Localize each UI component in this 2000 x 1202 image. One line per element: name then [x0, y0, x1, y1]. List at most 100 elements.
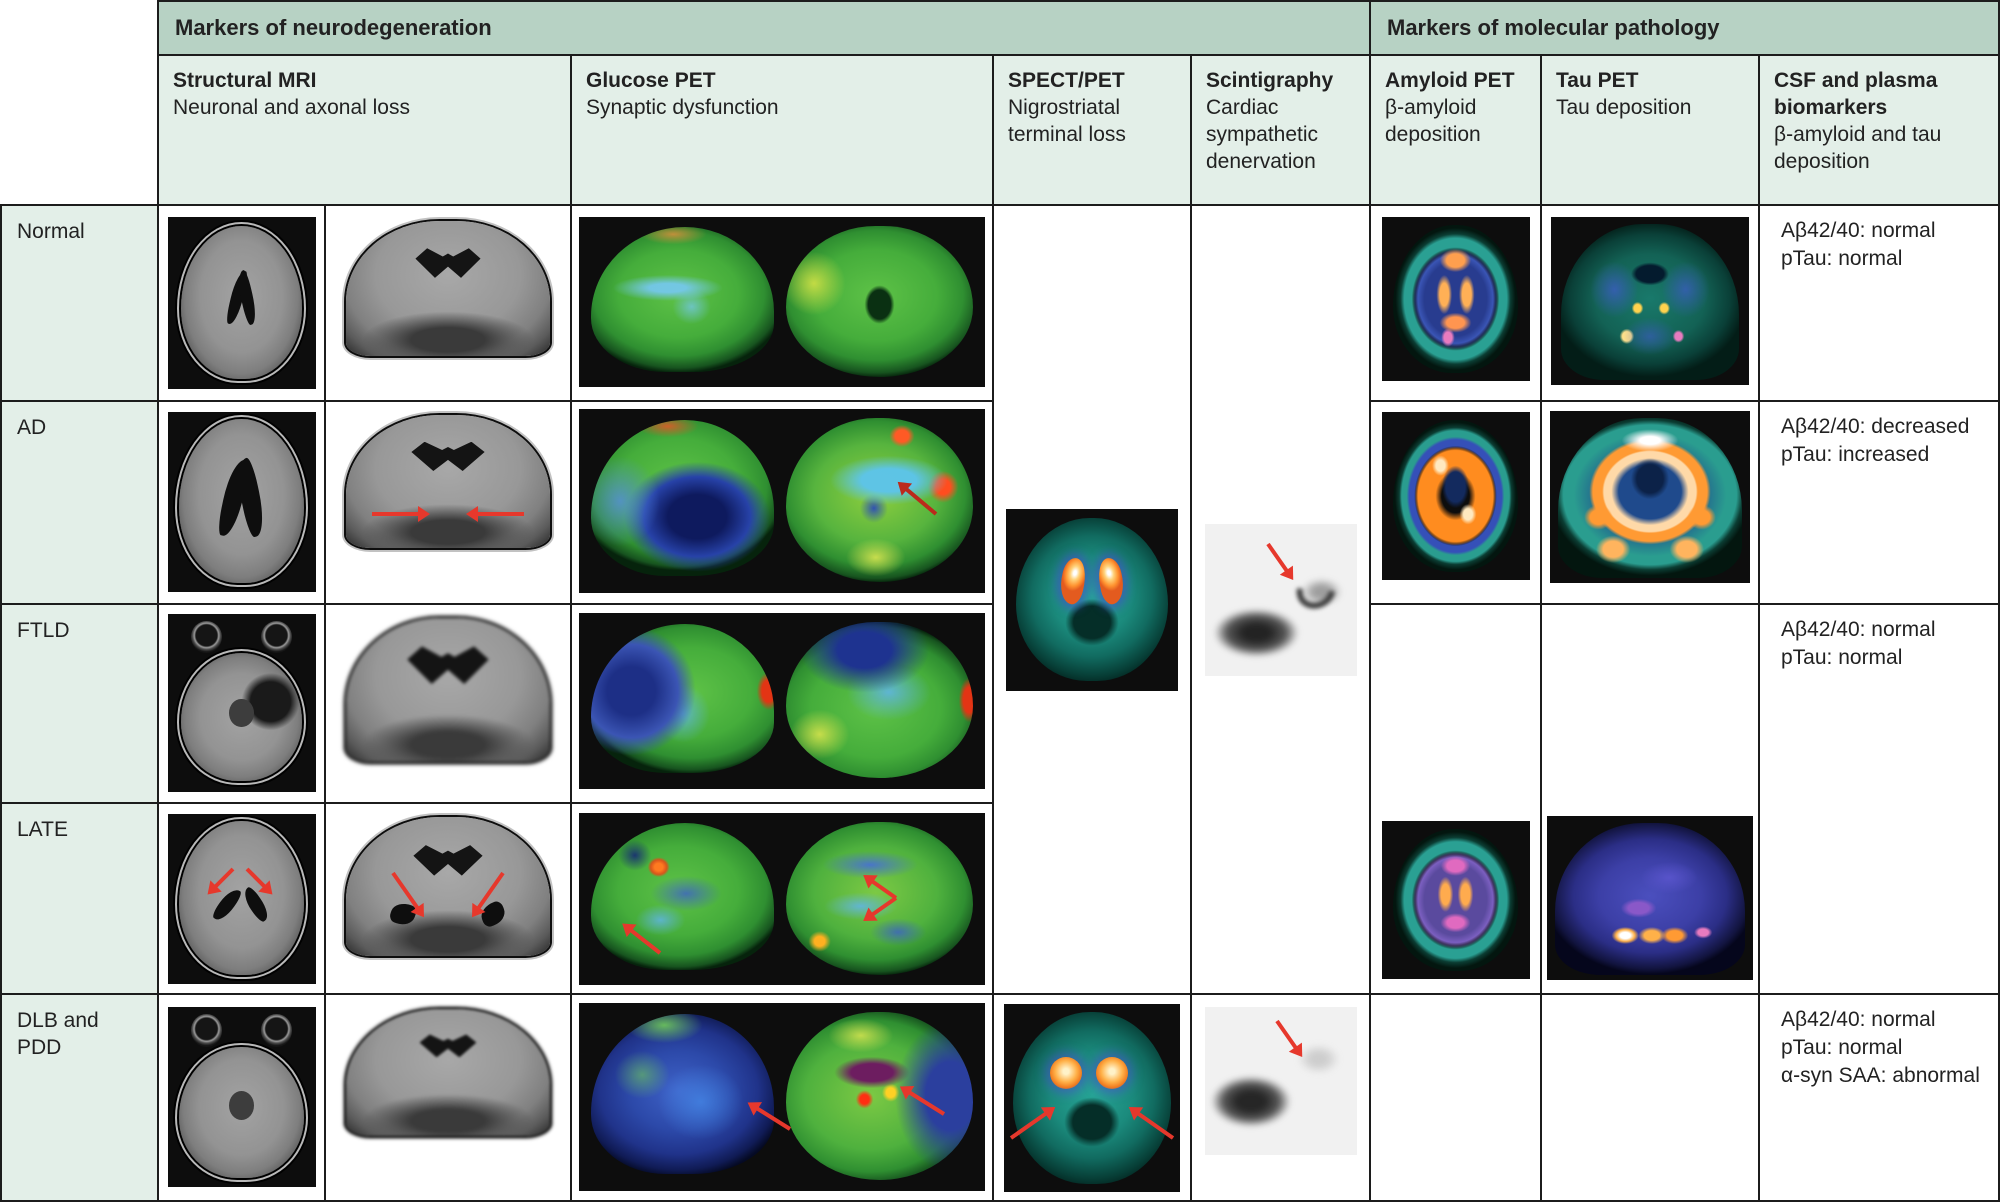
- mri-axial-cell-ad: [159, 402, 324, 603]
- corner-patch: [0, 0, 157, 204]
- coronal-tau-brain: [1555, 823, 1745, 976]
- mri-axial-image-ftld: [168, 614, 316, 792]
- orbit-left: [191, 621, 222, 653]
- brain-basal: [786, 822, 973, 975]
- csf-line: pTau: increased: [1781, 441, 1990, 469]
- tau-cell-normal: [1542, 206, 1758, 400]
- brain-lateral-frontal-hypometabolic: [591, 624, 774, 774]
- row-label-ad: AD: [2, 402, 157, 603]
- column-subtitle: Nigrostriatal terminal loss: [1008, 96, 1126, 146]
- row-label-late: LATE: [2, 804, 157, 993]
- spect-cell-dlb: [994, 995, 1190, 1200]
- row-label-text: FTLD: [17, 619, 70, 642]
- mri-coronal-cell-late: [326, 804, 570, 993]
- amyloid-image-late: [1382, 821, 1530, 979]
- dat-brain: [1016, 518, 1167, 682]
- column-header-spect-pet: SPECT/PET Nigrostriatal terminal loss: [994, 56, 1190, 204]
- tau-cell-ad: [1542, 402, 1758, 603]
- glucose-pet-image-dlb: [579, 1003, 985, 1191]
- column-header-glucose-pet: Glucose PET Synaptic dysfunction: [572, 56, 992, 204]
- ventricles: [420, 1034, 477, 1057]
- ventricles: [415, 248, 480, 278]
- coronal-tau-brain: [1561, 224, 1739, 380]
- glucose-pet-image-ftld: [579, 613, 985, 789]
- red-arrow-right-hippocampus: [476, 512, 524, 516]
- csf-line: Aβ42/40: normal: [1781, 616, 1990, 644]
- csf-cell-normal: Aβ42/40: normal pTau: normal: [1760, 206, 1998, 400]
- amyloid-cell-normal: [1371, 206, 1540, 400]
- brain-coronal-atrophic: [346, 618, 550, 762]
- brain-basal: [786, 226, 973, 377]
- column-subtitle: Tau deposition: [1556, 96, 1691, 119]
- mri-axial-image-normal: [168, 217, 316, 389]
- csf-line: pTau: normal: [1781, 245, 1990, 273]
- mri-coronal-image-dlb: [342, 1005, 554, 1139]
- brain-axial: [179, 821, 303, 976]
- mri-axial-image-late: [168, 814, 316, 984]
- glucose-pet-image-normal: [579, 217, 985, 387]
- amyloid-image-normal: [1382, 217, 1530, 381]
- row-label-dlb-pdd: DLB and PDD: [2, 995, 157, 1200]
- brain-sagittal: [786, 1012, 973, 1179]
- biomarker-figure-table: Markers of neurodegeneration Markers of …: [0, 0, 2000, 1202]
- row-label-normal: Normal: [2, 206, 157, 400]
- mri-axial-cell-late: [159, 804, 324, 993]
- row-label-text: Normal: [17, 220, 85, 243]
- glucose-pet-image-ad: [579, 409, 985, 593]
- column-header-scintigraphy: Scintigraphy Cardiac sympathetic denerva…: [1192, 56, 1369, 204]
- orbit-right: [261, 621, 292, 653]
- orbit-right: [261, 1014, 292, 1046]
- csf-cell-dlb: Aβ42/40: normal pTau: normal α-syn SAA: …: [1760, 995, 1998, 1200]
- row-label-text: DLB and PDD: [17, 1009, 99, 1059]
- glucose-pet-cell-dlb: [572, 995, 992, 1200]
- brain-coronal: [346, 1009, 550, 1136]
- mri-coronal-image-late: [342, 813, 554, 959]
- brain-coronal: [346, 817, 550, 956]
- mri-coronal-image-normal: [342, 217, 554, 359]
- csf-line: Aβ42/40: decreased: [1781, 413, 1990, 441]
- column-header-structural-mri: Structural MRI Neuronal and axonal loss: [159, 56, 570, 204]
- column-subtitle: β-amyloid and tau deposition: [1774, 123, 1941, 173]
- csf-line: Aβ42/40: normal: [1781, 1006, 1990, 1034]
- row-label-text: LATE: [17, 818, 68, 841]
- scintigraphy-cell-dlb: [1192, 995, 1369, 1200]
- mri-coronal-image-ad: [342, 411, 554, 551]
- mri-coronal-cell-dlb: [326, 995, 570, 1200]
- mri-coronal-cell-normal: [326, 206, 570, 400]
- brain-lateral: [591, 227, 774, 372]
- ventricles: [413, 845, 482, 876]
- csf-line: Aβ42/40: normal: [1781, 217, 1990, 245]
- amyloid-image-ad: [1382, 412, 1530, 580]
- mri-coronal-image-ftld: [342, 613, 554, 765]
- mri-axial-cell-dlb: [159, 995, 324, 1200]
- glucose-pet-cell-late: [572, 804, 992, 993]
- brain-axial-temporal: [181, 653, 302, 781]
- csf-cell-ad: Aβ42/40: decreased pTau: increased: [1760, 402, 1998, 603]
- group-header-molecular-pathology-label: Markers of molecular pathology: [1387, 15, 1720, 41]
- column-header-csf-plasma: CSF and plasma biomarkers β-amyloid and …: [1760, 56, 1998, 204]
- brain-sagittal: [786, 418, 973, 582]
- column-title: Glucose PET: [586, 67, 980, 94]
- ventricles-enlarged: [411, 442, 484, 471]
- glucose-pet-cell-ad: [572, 402, 992, 603]
- ventricles-enlarged: [407, 646, 488, 684]
- axial-amyloid-brain-positive: [1393, 420, 1517, 571]
- glucose-pet-image-late: [579, 813, 985, 985]
- group-header-neurodegeneration: Markers of neurodegeneration: [159, 2, 1369, 54]
- tau-cell-dlb-empty: [1542, 995, 1758, 1200]
- mri-coronal-cell-ftld: [326, 605, 570, 802]
- spect-cell-normal-to-late: [994, 206, 1190, 993]
- tau-image-late: [1547, 816, 1753, 980]
- coronal-tau-brain-positive: [1558, 418, 1742, 578]
- midbrain: [229, 1091, 254, 1120]
- caudate-right: [1096, 1057, 1128, 1089]
- midbrain: [229, 699, 253, 727]
- brain-basal: [786, 622, 973, 779]
- column-header-tau-pet: Tau PET Tau deposition: [1542, 56, 1758, 204]
- tau-image-ad: [1550, 411, 1750, 583]
- csf-cell-ftld-late: Aβ42/40: normal pTau: normal: [1760, 605, 1998, 993]
- dat-spect-image-normal-uptake: [1006, 509, 1178, 691]
- mri-coronal-cell-ad: [326, 402, 570, 603]
- column-subtitle: Synaptic dysfunction: [586, 96, 779, 119]
- brain-coronal: [346, 415, 550, 548]
